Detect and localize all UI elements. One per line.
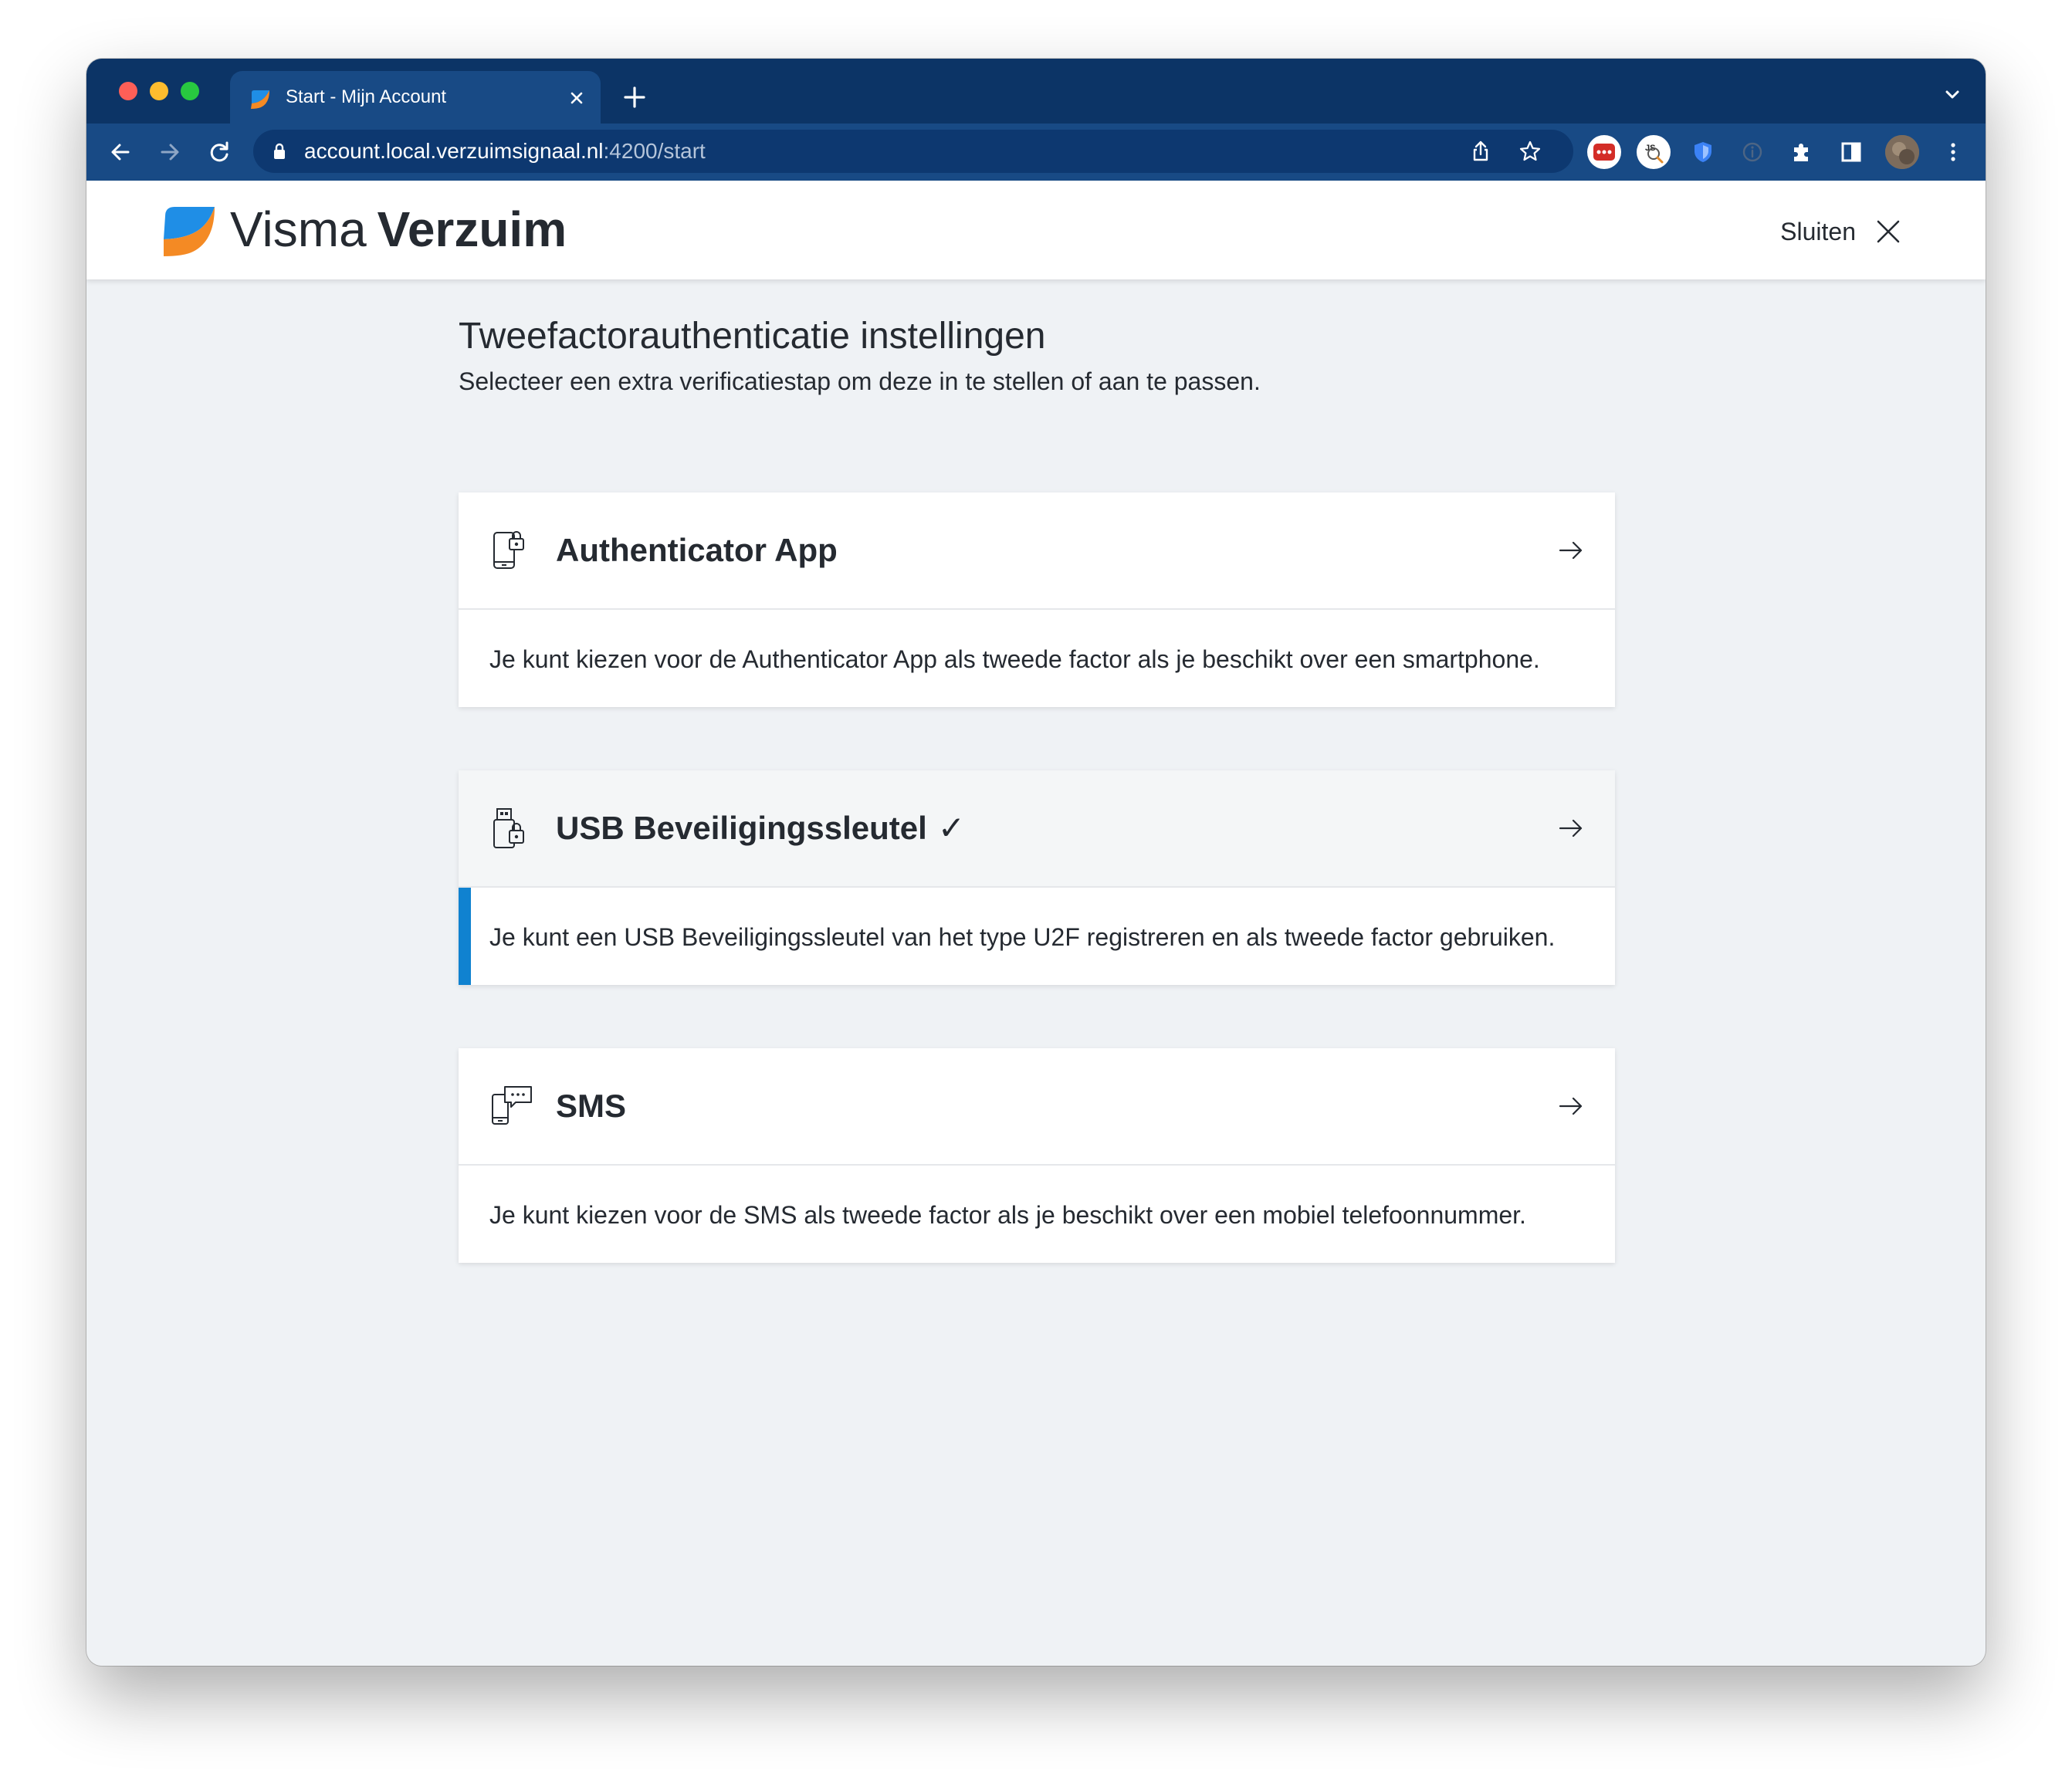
side-panel-icon[interactable] [1837,138,1865,166]
option-card-authenticator-app: Authenticator App Je kunt kiezen voor de… [459,492,1615,707]
chevron-down-icon[interactable] [1941,83,1964,107]
option-header-usb-security-key[interactable]: USB Beveiligingssleutel ✓ [459,770,1615,888]
close-label: Sluiten [1780,217,1856,245]
url-host: account.local.verzuimsignaal.nl [304,139,604,163]
url-text: account.local.verzuimsignaal.nl:4200/sta… [304,139,706,164]
shield-icon[interactable] [1689,138,1717,166]
tab-close-icon[interactable] [565,86,588,110]
brand-bold: Verzuim [377,201,567,257]
address-bar[interactable]: account.local.verzuimsignaal.nl:4200/sta… [253,130,1573,173]
option-description: Je kunt een USB Beveiligingssleutel van … [489,923,1556,951]
arrow-right-icon[interactable] [1558,537,1584,563]
browser-toolbar: account.local.verzuimsignaal.nl:4200/sta… [86,124,1986,181]
option-card-usb-security-key: USB Beveiligingssleutel ✓ Je kunt een USB… [459,770,1615,985]
close-window-button[interactable] [119,82,137,100]
info-circle-icon[interactable] [1739,138,1766,166]
browser-window: Start - Mijn Account account.local.verzu… [86,59,1986,1666]
profile-avatar[interactable] [1885,135,1919,169]
option-title-text: USB Beveiligingssleutel [556,810,927,846]
phone-lock-icon [493,531,524,569]
back-icon[interactable] [107,138,134,166]
extension-js-icon[interactable]: JS [1637,135,1671,169]
option-title: Authenticator App [556,532,838,568]
page-title: Tweefactorauthenticatie instellingen [459,316,1046,357]
maximize-window-button[interactable] [181,82,199,100]
url-path: :4200/start [603,139,706,163]
brand-name: Visma Verzuim [230,201,567,258]
app-header: Visma Verzuim Sluiten [86,181,1986,279]
extension-lastpass-icon[interactable] [1587,135,1621,169]
forward-icon[interactable] [156,138,184,166]
minimize-window-button[interactable] [150,82,168,100]
visma-favicon-icon [251,90,269,109]
checkmark-icon: ✓ [937,810,966,846]
option-title: SMS [556,1088,627,1124]
phone-message-icon [492,1086,532,1125]
option-header-authenticator-app[interactable]: Authenticator App [459,492,1615,610]
tab-title: Start - Mijn Account [286,86,447,107]
option-header-sms[interactable]: SMS [459,1048,1615,1166]
usb-lock-icon [493,808,524,848]
close-button[interactable]: Sluiten [1780,208,1902,255]
lock-icon [274,143,285,159]
extensions-puzzle-icon[interactable] [1788,138,1816,166]
reload-icon[interactable] [205,138,233,166]
close-icon [1877,220,1900,243]
arrow-right-icon[interactable] [1558,1093,1584,1119]
option-description: Je kunt kiezen voor de SMS als tweede fa… [489,1201,1526,1229]
arrow-right-icon[interactable] [1558,815,1584,841]
tab-strip: Start - Mijn Account [86,59,1986,124]
visma-logo-icon [164,207,215,256]
option-title: USB Beveiligingssleutel ✓ [556,807,965,849]
tab-start[interactable]: Start - Mijn Account [230,71,601,124]
page-subtitle: Selecteer een extra verificatiestap om d… [459,367,1261,395]
brand-light: Visma [230,201,367,257]
option-description: Je kunt kiezen voor de Authenticator App… [489,645,1540,673]
new-tab-icon[interactable] [621,83,648,111]
menu-kebab-icon[interactable] [1939,138,1967,166]
option-card-sms: SMS Je kunt kiezen voor de SMS als tweed… [459,1048,1615,1263]
main-content: Tweefactorauthenticatie instellingen Sel… [459,313,1615,1263]
share-icon[interactable] [1468,139,1493,164]
bookmark-star-icon[interactable] [1518,139,1542,164]
